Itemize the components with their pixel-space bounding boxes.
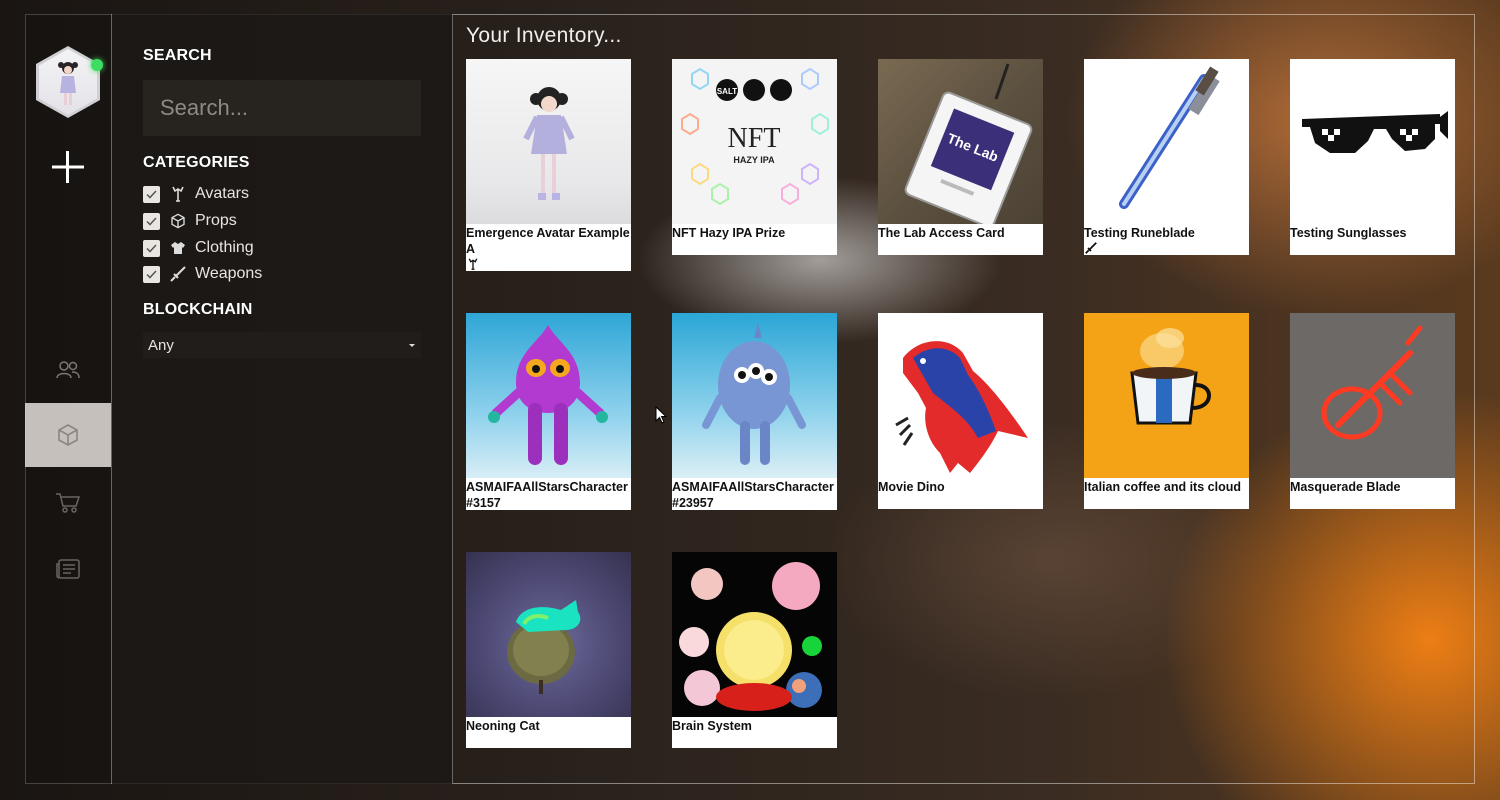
category-label: Avatars <box>195 185 249 202</box>
blockchain-selected-value: Any <box>148 336 174 354</box>
item-thumbnail: The Lab <box>878 59 1043 224</box>
checkmark-icon <box>146 243 157 253</box>
marketplace-nav-button[interactable] <box>25 471 111 535</box>
friends-nav-button[interactable] <box>25 338 111 402</box>
item-name: Masquerade Blade <box>1290 480 1401 494</box>
mouse-cursor <box>655 405 668 429</box>
checkmark-icon <box>146 216 157 226</box>
inventory-nav-button[interactable] <box>25 403 111 467</box>
thumb-subtitle: HAZY IPA <box>733 155 775 165</box>
inventory-item-card[interactable]: SALT NFT HAZY IPA NFT Hazy IPA Prize <box>672 59 837 255</box>
add-button[interactable] <box>50 149 86 185</box>
avatar[interactable] <box>36 46 100 118</box>
item-thumbnail <box>672 552 837 717</box>
sword-icon <box>1085 241 1097 254</box>
checkbox-weapons[interactable] <box>143 265 160 283</box>
item-name: Neoning Cat <box>466 719 540 733</box>
category-avatars[interactable]: Avatars <box>143 183 249 205</box>
inventory-item-card[interactable]: The Lab The Lab Access Card <box>878 59 1043 255</box>
category-label: Weapons <box>195 265 263 282</box>
item-thumbnail <box>672 313 837 478</box>
item-name: Brain System <box>672 719 752 733</box>
category-clothing[interactable]: Clothing <box>143 237 254 259</box>
item-thumbnail <box>466 313 631 478</box>
item-name: ASMAIFAAllStarsCharacter #3157 <box>466 480 628 510</box>
item-name: ASMAIFAAllStarsCharacter #23957 <box>672 480 834 510</box>
search-input[interactable] <box>143 80 421 136</box>
item-thumbnail <box>466 552 631 717</box>
item-name: The Lab Access Card <box>878 226 1005 240</box>
cube-icon <box>58 424 78 446</box>
users-icon <box>56 361 80 379</box>
inventory-item-card[interactable]: Masquerade Blade <box>1290 313 1455 509</box>
dropdown-caret-icon <box>409 343 415 347</box>
plus-icon <box>52 151 84 183</box>
inventory-item-card[interactable]: Testing Sunglasses <box>1290 59 1455 255</box>
categories-section-title: CATEGORIES <box>143 154 250 171</box>
checkbox-props[interactable] <box>143 212 160 230</box>
item-name: Testing Runeblade <box>1084 226 1195 240</box>
thumb-brand: SALT <box>717 87 737 96</box>
shirt-icon <box>170 240 186 256</box>
item-thumbnail <box>1290 59 1455 224</box>
checkmark-icon <box>146 189 157 199</box>
item-name: Italian coffee and its cloud <box>1084 480 1241 494</box>
item-thumbnail <box>1290 313 1455 478</box>
inventory-item-card[interactable]: Emergence Avatar Example A <box>466 59 631 271</box>
checkbox-avatars[interactable] <box>143 185 160 203</box>
category-label: Props <box>195 212 237 229</box>
checkmark-icon <box>146 269 157 279</box>
checkbox-clothing[interactable] <box>143 239 160 257</box>
avatar-icon <box>467 257 479 270</box>
category-props[interactable]: Props <box>143 210 237 232</box>
inventory-item-card[interactable]: Movie Dino <box>878 313 1043 509</box>
inventory-item-card[interactable]: ASMAIFAAllStarsCharacter #23957 <box>672 313 837 510</box>
item-thumbnail <box>1084 59 1249 224</box>
blockchain-select[interactable]: Any <box>143 332 421 358</box>
item-name: Emergence Avatar Example A <box>466 226 630 256</box>
search-section-title: SEARCH <box>143 47 212 64</box>
news-nav-button[interactable] <box>25 537 111 601</box>
item-name: Testing Sunglasses <box>1290 226 1407 240</box>
blockchain-section-title: BLOCKCHAIN <box>143 301 253 318</box>
inventory-item-card[interactable]: Brain System <box>672 552 837 748</box>
avatar-icon <box>170 186 186 202</box>
inventory-item-card[interactable]: Neoning Cat <box>466 552 631 748</box>
thumb-title: NFT <box>728 123 781 154</box>
sword-icon <box>170 266 186 282</box>
inventory-item-card[interactable]: Testing Runeblade <box>1084 59 1249 255</box>
online-status-dot <box>91 59 103 71</box>
filter-panel: SEARCH CATEGORIES Avatars Props Clothing <box>112 14 453 784</box>
item-thumbnail: SALT NFT HAZY IPA <box>672 59 837 224</box>
item-thumbnail <box>1084 313 1249 478</box>
item-thumbnail <box>466 59 631 224</box>
inventory-item-card[interactable]: ASMAIFAAllStarsCharacter #3157 <box>466 313 631 510</box>
item-name: NFT Hazy IPA Prize <box>672 226 786 240</box>
cube-icon <box>170 213 186 229</box>
item-thumbnail <box>878 313 1043 478</box>
category-label: Clothing <box>195 239 254 256</box>
item-name: Movie Dino <box>878 480 945 494</box>
inventory-title: Your Inventory... <box>466 24 622 47</box>
newspaper-icon <box>56 559 80 579</box>
nav-rail <box>25 14 112 784</box>
cart-icon <box>56 493 81 513</box>
category-weapons[interactable]: Weapons <box>143 263 262 285</box>
inventory-item-card[interactable]: Italian coffee and its cloud <box>1084 313 1249 509</box>
